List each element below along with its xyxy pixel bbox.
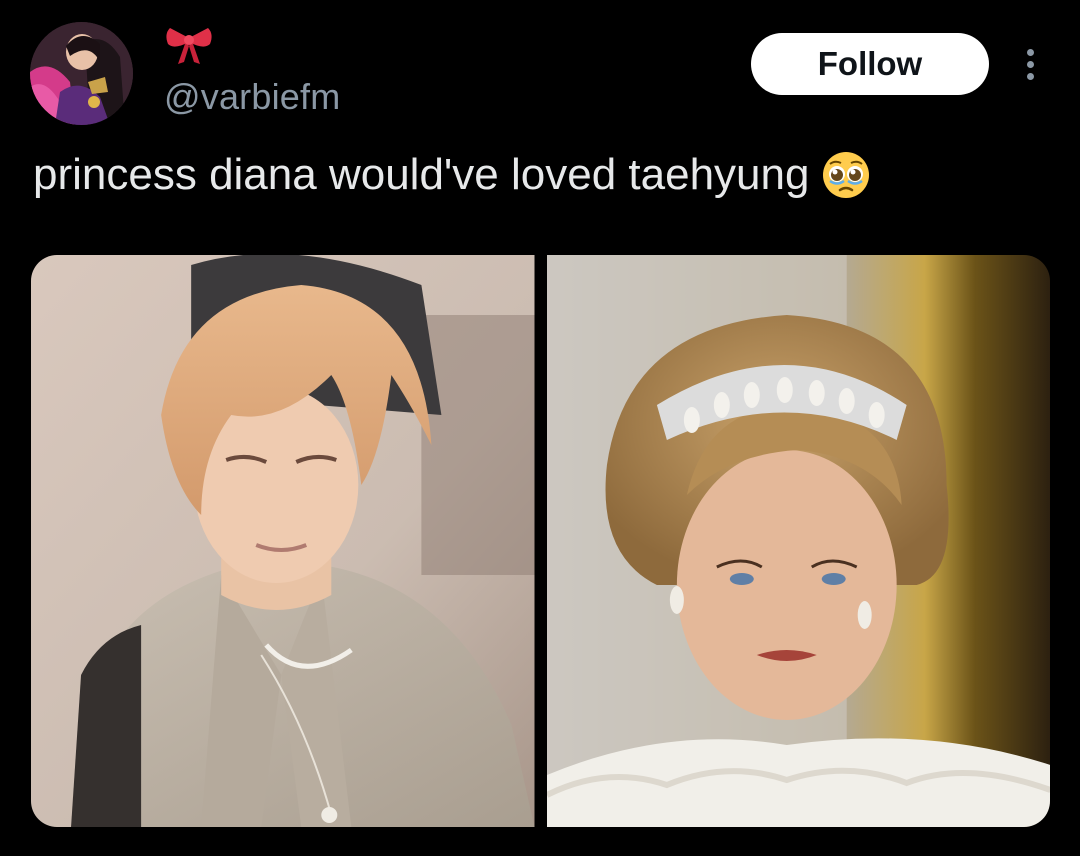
more-dot: [1026, 72, 1034, 80]
follow-button[interactable]: Follow: [751, 33, 989, 95]
tweet-text: princess diana would've loved taehyung: [33, 150, 871, 200]
more-options-icon[interactable]: [1012, 42, 1048, 86]
photo-right[interactable]: [546, 255, 1050, 827]
tweet: @varbiefm Follow princess diana would've…: [0, 0, 1080, 856]
author-handle[interactable]: @varbiefm: [164, 76, 340, 118]
avatar[interactable]: [30, 22, 133, 125]
more-dot: [1026, 60, 1034, 68]
pleading-face-emoji: [821, 150, 871, 200]
photo-left-image: [31, 255, 535, 827]
more-dot: [1026, 48, 1034, 56]
photo-left[interactable]: [31, 255, 535, 827]
ribbon-bow-emoji: [164, 24, 214, 66]
profile-avatar-image: [30, 22, 133, 125]
tweet-media: [31, 255, 1050, 827]
tweet-text-content: princess diana would've loved taehyung: [33, 150, 810, 199]
photo-right-image: [546, 255, 1050, 827]
